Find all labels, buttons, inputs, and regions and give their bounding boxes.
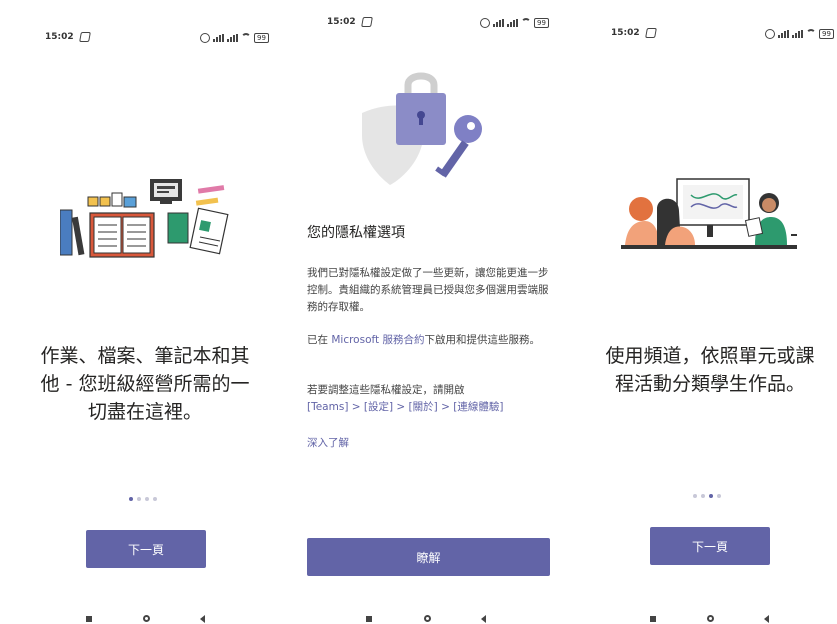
recents-button[interactable] xyxy=(366,616,372,622)
signal-icon xyxy=(213,34,224,42)
page-dot xyxy=(709,494,713,498)
page-indicator xyxy=(129,497,157,501)
recents-button[interactable] xyxy=(650,616,656,622)
status-bar: 15:02 99 xyxy=(0,32,285,54)
status-time: 15:02 xyxy=(45,32,74,42)
home-button[interactable] xyxy=(424,615,431,622)
learn-more-link[interactable]: 深入了解 xyxy=(307,435,557,452)
lock-icon xyxy=(404,72,438,95)
signal-icon xyxy=(507,19,518,27)
paragraph-text: 下啟用和提供這些服務。 xyxy=(424,334,540,346)
back-button[interactable] xyxy=(764,615,769,623)
page-dot xyxy=(145,497,149,501)
battery-icon: 99 xyxy=(534,18,549,28)
system-nav-bar xyxy=(567,614,837,624)
page-indicator xyxy=(693,494,721,498)
home-button[interactable] xyxy=(143,615,150,622)
status-time: 15:02 xyxy=(611,28,640,38)
recents-button[interactable] xyxy=(86,616,92,622)
onboarding-message: 作業、檔案、筆記本和其他 - 您班級經營所需的一切盡在這裡。 xyxy=(40,345,250,423)
next-button[interactable]: 下一頁 xyxy=(650,527,770,565)
status-bar: 15:02 99 xyxy=(285,17,567,39)
alarm-icon xyxy=(480,18,490,28)
wifi-icon xyxy=(806,29,816,39)
signal-icon xyxy=(493,19,504,27)
privacy-paragraph-2: 已在 Microsoft 服務合約下啟用和提供這些服務。 xyxy=(307,332,557,349)
settings-path-link[interactable]: [Teams] > [設定] > [關於] > [連線體驗] xyxy=(307,399,557,416)
alarm-icon xyxy=(765,29,775,39)
page-dot xyxy=(717,494,721,498)
status-bar: 15:02 99 xyxy=(567,28,837,50)
privacy-screen: 15:02 99 您的隱私權選項 我們已對隱私權設定做了一些更新，讓您能更進一步… xyxy=(285,0,567,624)
page-dot xyxy=(129,497,133,501)
nfc-icon xyxy=(79,32,91,42)
battery-icon: 99 xyxy=(819,29,834,39)
system-nav-bar xyxy=(0,614,285,624)
paragraph-text: 若要調整這些隱私權設定，請開啟 xyxy=(307,384,465,396)
page-dot xyxy=(153,497,157,501)
nfc-icon xyxy=(645,28,657,38)
system-nav-bar xyxy=(285,614,567,624)
page-dot xyxy=(701,494,705,498)
back-button[interactable] xyxy=(200,615,205,623)
classroom-illustration xyxy=(621,178,797,249)
wifi-icon xyxy=(521,18,531,28)
wifi-icon xyxy=(241,33,251,43)
page-dot xyxy=(137,497,141,501)
onboarding-message: 使用頻道，依照單元或課程活動分類學生作品。 xyxy=(605,345,815,395)
ok-button[interactable]: 瞭解 xyxy=(307,538,550,576)
service-agreement-link[interactable]: Microsoft 服務合約 xyxy=(331,334,424,346)
privacy-title: 您的隱私權選項 xyxy=(307,225,405,241)
next-button[interactable]: 下一頁 xyxy=(86,530,206,568)
signal-icon xyxy=(778,30,789,38)
signal-icon xyxy=(792,30,803,38)
page-dot xyxy=(693,494,697,498)
assignments-illustration xyxy=(60,179,229,258)
onboarding-screen-3: 15:02 99 使用頻道，依照單元或課程活動分類學生作品。 下一頁 xyxy=(567,0,837,624)
nfc-icon xyxy=(361,17,373,27)
onboarding-screen-1: 15:02 99 作業、檔案、筆記本和其他 - 您班級經營所需的一切盡在這裡。 … xyxy=(0,0,285,624)
status-time: 15:02 xyxy=(327,17,356,27)
privacy-paragraph-3: 若要調整這些隱私權設定，請開啟 [Teams] > [設定] > [關於] > … xyxy=(307,382,557,416)
back-button[interactable] xyxy=(481,615,486,623)
alarm-icon xyxy=(200,33,210,43)
privacy-paragraph-1: 我們已對隱私權設定做了一些更新，讓您能更進一步控制。貴組織的系統管理員已授與您多… xyxy=(307,267,549,313)
signal-icon xyxy=(227,34,238,42)
paragraph-text: 已在 xyxy=(307,334,332,346)
home-button[interactable] xyxy=(707,615,714,622)
privacy-illustration xyxy=(362,72,482,185)
battery-icon: 99 xyxy=(254,33,269,43)
